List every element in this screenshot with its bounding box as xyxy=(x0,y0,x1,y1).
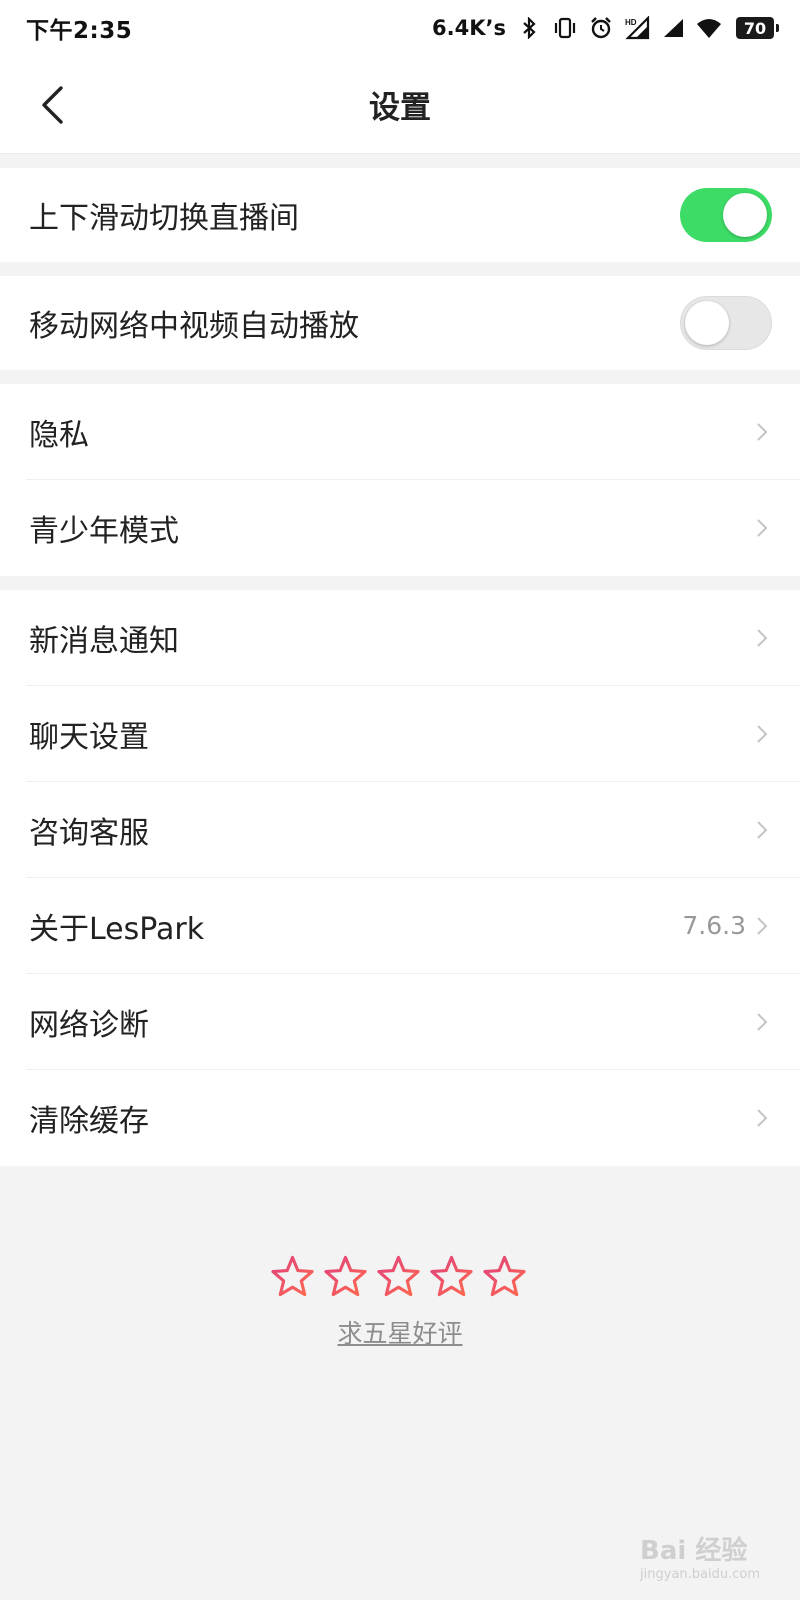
baidu-watermark: Bai 经验 jingyan.baidu.com xyxy=(640,1530,760,1582)
battery-level: 70 xyxy=(743,18,767,38)
setting-row-privacy[interactable]: 隐私 xyxy=(26,384,800,480)
status-bar: 下午2:35 6.4K’s HD 70 xyxy=(0,0,800,56)
chevron-right-icon xyxy=(756,517,770,539)
toggle-knob xyxy=(723,193,767,237)
chevron-right-icon xyxy=(756,915,770,937)
row-right: 7.6.3 xyxy=(682,911,770,940)
star-icon[interactable] xyxy=(270,1254,315,1298)
setting-row-teen-mode[interactable]: 青少年模式 xyxy=(26,480,800,576)
setting-row-autoplay: 移动网络中视频自动播放 xyxy=(0,276,800,370)
setting-row-clear-cache[interactable]: 清除缓存 xyxy=(26,1070,800,1166)
setting-row-notifications[interactable]: 新消息通知 xyxy=(26,590,800,686)
rate-five-stars-link[interactable]: 求五星好评 xyxy=(0,1314,800,1350)
setting-label: 清除缓存 xyxy=(29,1104,149,1139)
watermark-text: Bai 经验 xyxy=(640,1536,748,1566)
battery-icon: 70 xyxy=(736,17,779,39)
setting-label: 新消息通知 xyxy=(29,623,179,659)
star-icon[interactable] xyxy=(482,1254,527,1298)
hd-signal-icon: HD xyxy=(624,15,650,41)
toggle-knob xyxy=(685,301,729,345)
alarm-icon xyxy=(588,15,614,41)
vibrate-icon xyxy=(552,15,578,41)
setting-label: 上下滑动切换直播间 xyxy=(29,201,299,236)
star-icon[interactable] xyxy=(323,1254,368,1298)
setting-label: 网络诊断 xyxy=(29,1007,149,1043)
star-icon[interactable] xyxy=(376,1254,421,1298)
setting-row-support[interactable]: 咨询客服 xyxy=(26,782,800,878)
setting-label: 隐私 xyxy=(29,417,89,453)
page-title: 设置 xyxy=(369,90,431,126)
svg-text:HD: HD xyxy=(625,18,637,27)
back-button[interactable] xyxy=(28,78,76,132)
status-icons: 6.4K’s HD 70 xyxy=(432,15,779,41)
setting-label: 咨询客服 xyxy=(29,815,149,851)
setting-label: 移动网络中视频自动播放 xyxy=(29,309,359,344)
setting-row-network-diagnosis[interactable]: 网络诊断 xyxy=(26,974,800,1070)
setting-label: 青少年模式 xyxy=(29,514,179,549)
chevron-right-icon xyxy=(756,819,770,841)
swipe-switch-toggle[interactable] xyxy=(680,188,772,242)
privacy-group: 隐私 青少年模式 xyxy=(0,384,800,576)
nav-bar: 设置 xyxy=(0,56,800,154)
star-rating xyxy=(270,1254,527,1298)
section-gap xyxy=(0,576,800,590)
section-gap xyxy=(0,262,800,276)
version-value: 7.6.3 xyxy=(682,911,746,940)
chevron-left-icon xyxy=(42,86,63,124)
bluetooth-icon xyxy=(516,15,542,41)
chevron-right-icon xyxy=(756,1011,770,1033)
chevron-right-icon xyxy=(756,723,770,745)
autoplay-toggle[interactable] xyxy=(680,296,772,350)
general-group: 新消息通知 聊天设置 咨询客服 关于LesPark 7.6.3 网络诊断 清除缓… xyxy=(0,590,800,1166)
section-gap xyxy=(0,370,800,384)
setting-row-swipe-switch: 上下滑动切换直播间 xyxy=(0,168,800,262)
section-gap xyxy=(0,154,800,168)
toggle-group-swipe: 上下滑动切换直播间 xyxy=(0,168,800,262)
chevron-right-icon xyxy=(756,421,770,443)
setting-row-chat[interactable]: 聊天设置 xyxy=(26,686,800,782)
status-time: 下午2:35 xyxy=(26,18,133,44)
star-icon[interactable] xyxy=(429,1254,474,1298)
setting-label: 聊天设置 xyxy=(29,719,149,755)
chevron-right-icon xyxy=(756,1107,770,1129)
toggle-group-autoplay: 移动网络中视频自动播放 xyxy=(0,276,800,370)
watermark-sub: jingyan.baidu.com xyxy=(640,1567,760,1582)
setting-label: 关于LesPark xyxy=(29,911,205,947)
network-speed: 6.4K’s xyxy=(432,16,506,40)
signal-icon xyxy=(660,15,686,41)
setting-row-about[interactable]: 关于LesPark 7.6.3 xyxy=(26,878,800,974)
rating-area: 求五星好评 Bai 经验 jingyan.baidu.com xyxy=(0,1170,800,1600)
chevron-right-icon xyxy=(756,627,770,649)
wifi-icon xyxy=(696,15,722,41)
